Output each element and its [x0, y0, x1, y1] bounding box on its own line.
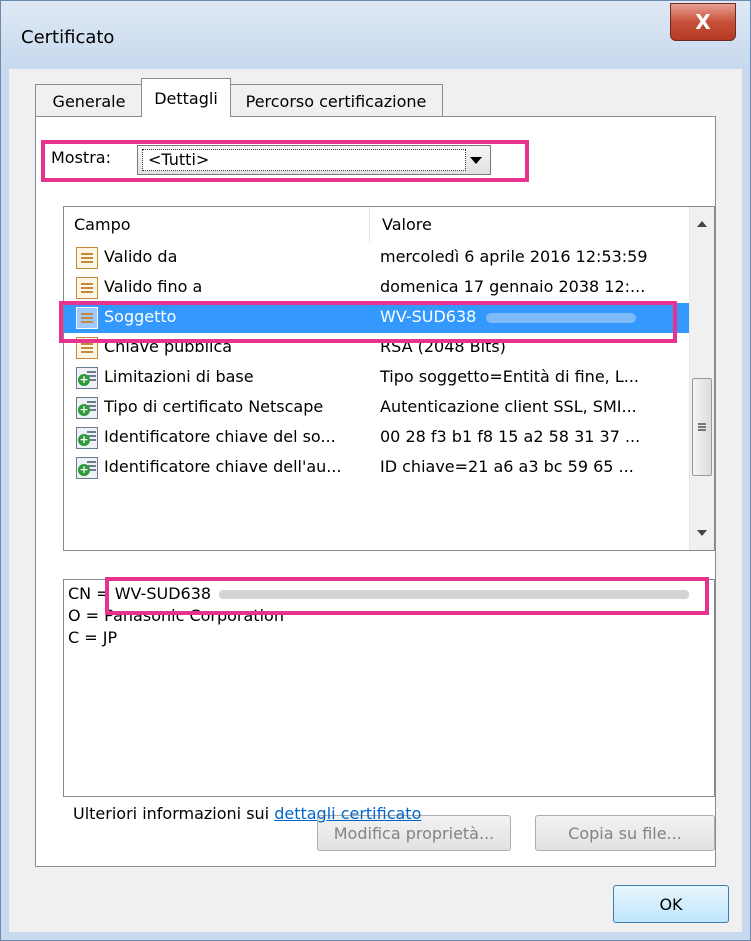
list-row-field: Valido da [104, 247, 178, 266]
show-label: Mostra: [51, 148, 111, 167]
list-row-value-text: WV-SUD638 [380, 307, 477, 326]
scroll-down-icon[interactable] [697, 530, 707, 536]
close-button[interactable]: X [670, 3, 736, 41]
redacted-mask [486, 312, 637, 323]
show-dropdown-value: <Tutti> [142, 149, 466, 171]
list-row-selected[interactable]: Soggetto WV-SUD638 [64, 303, 690, 333]
list-row-field: Chiave pubblica [104, 337, 233, 356]
window-frame-left [1, 69, 9, 940]
list-row-value: 00 28 f3 b1 f8 15 a2 58 31 37 ... [380, 427, 641, 446]
list-row-value: WV-SUD638 [380, 307, 637, 326]
scrollbar-thumb[interactable] [692, 378, 712, 476]
list-row-field: Valido fino a [104, 277, 203, 296]
list-row[interactable]: Valido da mercoledì 6 aprile 2016 12:53:… [64, 243, 690, 273]
redacted-mask [219, 590, 690, 599]
property-icon [76, 307, 98, 329]
property-icon [76, 337, 98, 359]
list-row-value: domenica 17 gennaio 2038 12:... [380, 277, 646, 296]
more-info-label: Ulteriori informazioni sui [73, 804, 275, 823]
list-row-value: Autenticazione client SSL, SMI... [380, 397, 637, 416]
more-info-text: Ulteriori informazioni sui dettagli cert… [73, 804, 421, 823]
list-row-value: RSA (2048 Bits) [380, 337, 506, 356]
ok-button[interactable]: OK [613, 885, 729, 923]
list-row[interactable]: Tipo di certificato Netscape Autenticazi… [64, 393, 690, 423]
grip-icon [698, 423, 706, 425]
list-row-field: Identificatore chiave del so... [104, 427, 336, 446]
list-row[interactable]: Identificatore chiave del so... 00 28 f3… [64, 423, 690, 453]
chevron-down-icon [470, 157, 482, 164]
tab-dettagli[interactable]: Dettagli [141, 78, 231, 117]
list-row-field: Tipo di certificato Netscape [104, 397, 324, 416]
list-row-field: Identificatore chiave dell'au... [104, 457, 342, 476]
extension-icon [76, 367, 98, 389]
column-header-valore[interactable]: Valore [382, 215, 432, 234]
property-icon [76, 277, 98, 299]
detail-line-text: CN = WV-SUD638 [68, 584, 212, 603]
extension-icon [76, 457, 98, 479]
extension-icon [76, 397, 98, 419]
field-detail-text[interactable]: CN = WV-SUD638 O = Panasonic Corporation… [63, 579, 715, 797]
list-scrollbar[interactable] [689, 207, 714, 550]
list-row[interactable]: Limitazioni di base Tipo soggetto=Entità… [64, 363, 690, 393]
list-row-value: mercoledì 6 aprile 2016 12:53:59 [380, 247, 648, 266]
detail-line: O = Panasonic Corporation [68, 606, 284, 625]
column-header-campo[interactable]: Campo [74, 215, 131, 234]
dialog-client-area: Generale Dettagli Percorso certificazion… [9, 69, 742, 932]
copy-to-file-button[interactable]: Copia su file... [535, 815, 715, 851]
tab-generale[interactable]: Generale [35, 84, 143, 117]
tab-percorso-certificazione[interactable]: Percorso certificazione [229, 84, 443, 117]
fields-list[interactable]: Campo Valore Valido da mercoledì 6 april… [63, 206, 715, 551]
dialog-title: Certificato [21, 27, 115, 48]
list-row-value: Tipo soggetto=Entità di fine, L... [380, 367, 640, 386]
list-header: Campo Valore [64, 207, 690, 243]
certificate-dialog: Certificato X Generale Dettagli Percorso… [0, 0, 751, 941]
list-row[interactable]: Valido fino a domenica 17 gennaio 2038 1… [64, 273, 690, 303]
list-row[interactable]: Identificatore chiave dell'au... ID chia… [64, 453, 690, 483]
column-separator[interactable] [369, 207, 370, 243]
scroll-up-icon[interactable] [697, 221, 707, 227]
certificate-details-link[interactable]: dettagli certificato [274, 804, 421, 823]
list-row-value: ID chiave=21 a6 a3 bc 59 65 ... [380, 457, 634, 476]
extension-icon [76, 427, 98, 449]
list-row-field: Limitazioni di base [104, 367, 254, 386]
list-row-field: Soggetto [104, 307, 177, 326]
window-frame-right [742, 69, 750, 940]
detail-line: C = JP [68, 628, 118, 647]
property-icon [76, 247, 98, 269]
show-dropdown[interactable]: <Tutti> [137, 145, 491, 175]
list-row[interactable]: Chiave pubblica RSA (2048 Bits) [64, 333, 690, 363]
detail-line: CN = WV-SUD638 [68, 584, 690, 603]
title-bar: Certificato X [1, 1, 750, 69]
